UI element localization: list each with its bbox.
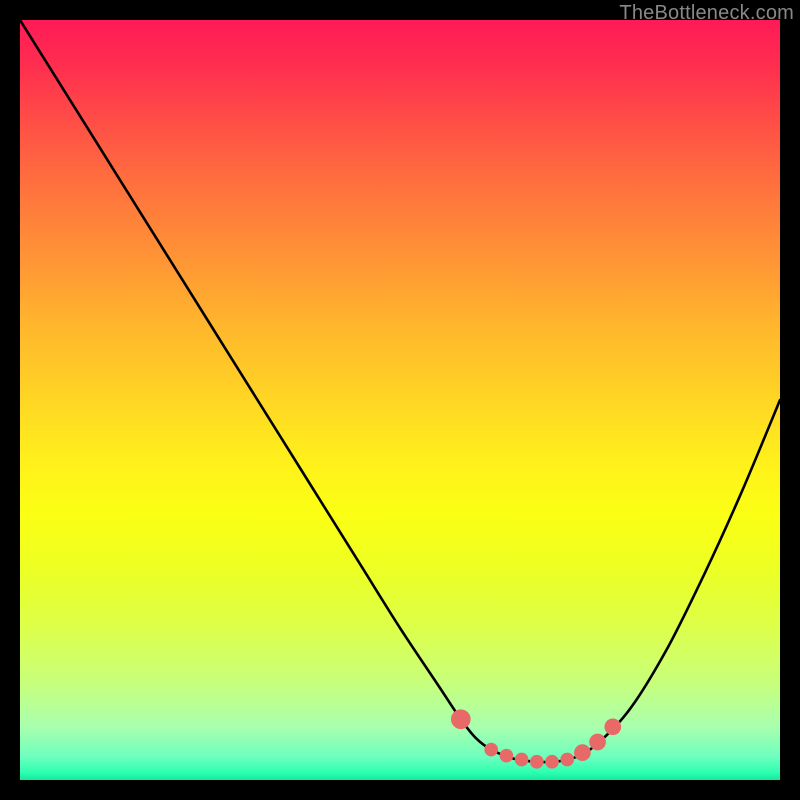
marker-flat-region-e [560,753,574,767]
bottleneck-curve [20,20,780,762]
plot-area [20,20,780,780]
marker-right-slope-b [589,734,606,751]
marker-near-bottom-dot [451,709,471,729]
marker-right-slope-c [604,718,621,735]
marker-flat-region-d [545,755,559,769]
marker-flat-region-b [515,753,529,767]
marker-flat-region-a [500,749,514,763]
curve-layer [20,20,780,780]
marker-flat-region-c [530,755,544,769]
chart-frame: TheBottleneck.com [0,0,800,800]
marker-right-slope-a [574,744,591,761]
marker-flat-region-start [484,743,498,757]
watermark-text: TheBottleneck.com [619,2,794,25]
